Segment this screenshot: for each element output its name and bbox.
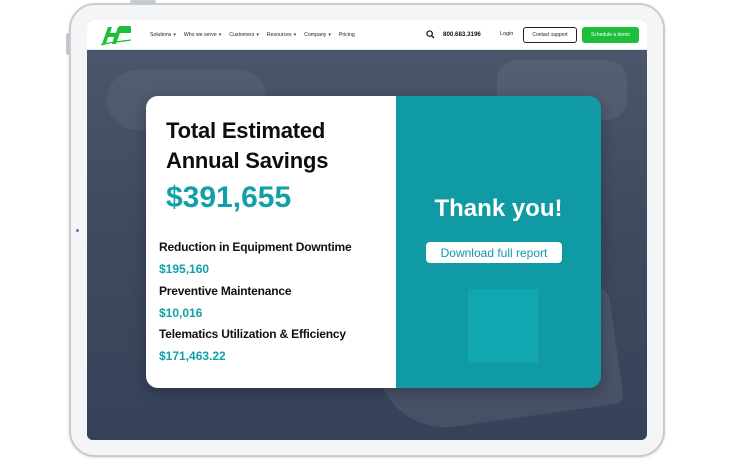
chevron-down-icon: ▾ [173, 32, 176, 38]
total-savings-value: $391,655 [166, 181, 292, 214]
nav-solutions[interactable]: Solutions ▾ [150, 32, 176, 38]
contact-support-button[interactable]: Contact support [523, 27, 577, 43]
top-navbar: Solutions ▾ Who we serve ▾ Customers ▾ R… [87, 20, 647, 50]
savings-results-card: Total Estimated Annual Savings $391,655 … [146, 96, 601, 388]
nav-pricing[interactable]: Pricing [339, 32, 355, 38]
metric-label-maintenance: Preventive Maintenance [159, 284, 292, 298]
report-preview-placeholder [468, 289, 538, 363]
nav-solutions-label: Solutions [150, 32, 172, 38]
nav-customers-label: Customers [229, 32, 255, 38]
brand-logo[interactable] [99, 24, 133, 46]
savings-title-line2: Annual Savings [166, 148, 329, 173]
metric-value-downtime: $195,160 [159, 262, 210, 276]
chevron-down-icon: ▾ [218, 32, 222, 38]
nav-resources[interactable]: Resources ▾ [267, 32, 296, 38]
metric-label-downtime: Reduction in Equipment Downtime [159, 240, 352, 254]
nav-customers[interactable]: Customers ▾ [229, 32, 259, 38]
thank-you-panel: Thank you! Download full report [396, 96, 601, 388]
metric-value-maintenance: $10,016 [159, 306, 203, 320]
metric-label-telematics: Telematics Utilization & Efficiency [159, 327, 346, 341]
metric-value-telematics: $171,463.22 [159, 349, 226, 363]
nav-pricing-label: Pricing [338, 32, 355, 38]
chevron-down-icon: ▾ [293, 32, 297, 38]
chevron-down-icon: ▾ [256, 32, 259, 38]
savings-summary-panel: Total Estimated Annual Savings $391,655 … [146, 96, 396, 388]
tablet-screen: Solutions ▾ Who we serve ▾ Customers ▾ R… [87, 20, 647, 440]
nav-company[interactable]: Company ▾ [304, 32, 331, 38]
login-link[interactable]: Login [500, 31, 513, 37]
nav-resources-label: Resources [266, 32, 292, 38]
nav-links: Solutions ▾ Who we serve ▾ Customers ▾ R… [150, 20, 355, 50]
schedule-demo-button[interactable]: Schedule a demo [582, 27, 639, 43]
phone-number-link[interactable]: 800.683.3196 [443, 31, 481, 38]
tablet-camera [76, 229, 79, 232]
search-icon[interactable] [426, 30, 435, 39]
nav-who-we-serve-label: Who we serve [183, 32, 217, 38]
nav-who-we-serve[interactable]: Who we serve ▾ [184, 32, 221, 38]
savings-title-line1: Total Estimated [166, 118, 326, 143]
download-report-button[interactable]: Download full report [426, 242, 562, 263]
nav-company-label: Company [304, 32, 327, 38]
thank-you-heading: Thank you! [434, 195, 563, 222]
chevron-down-icon: ▾ [328, 32, 331, 38]
